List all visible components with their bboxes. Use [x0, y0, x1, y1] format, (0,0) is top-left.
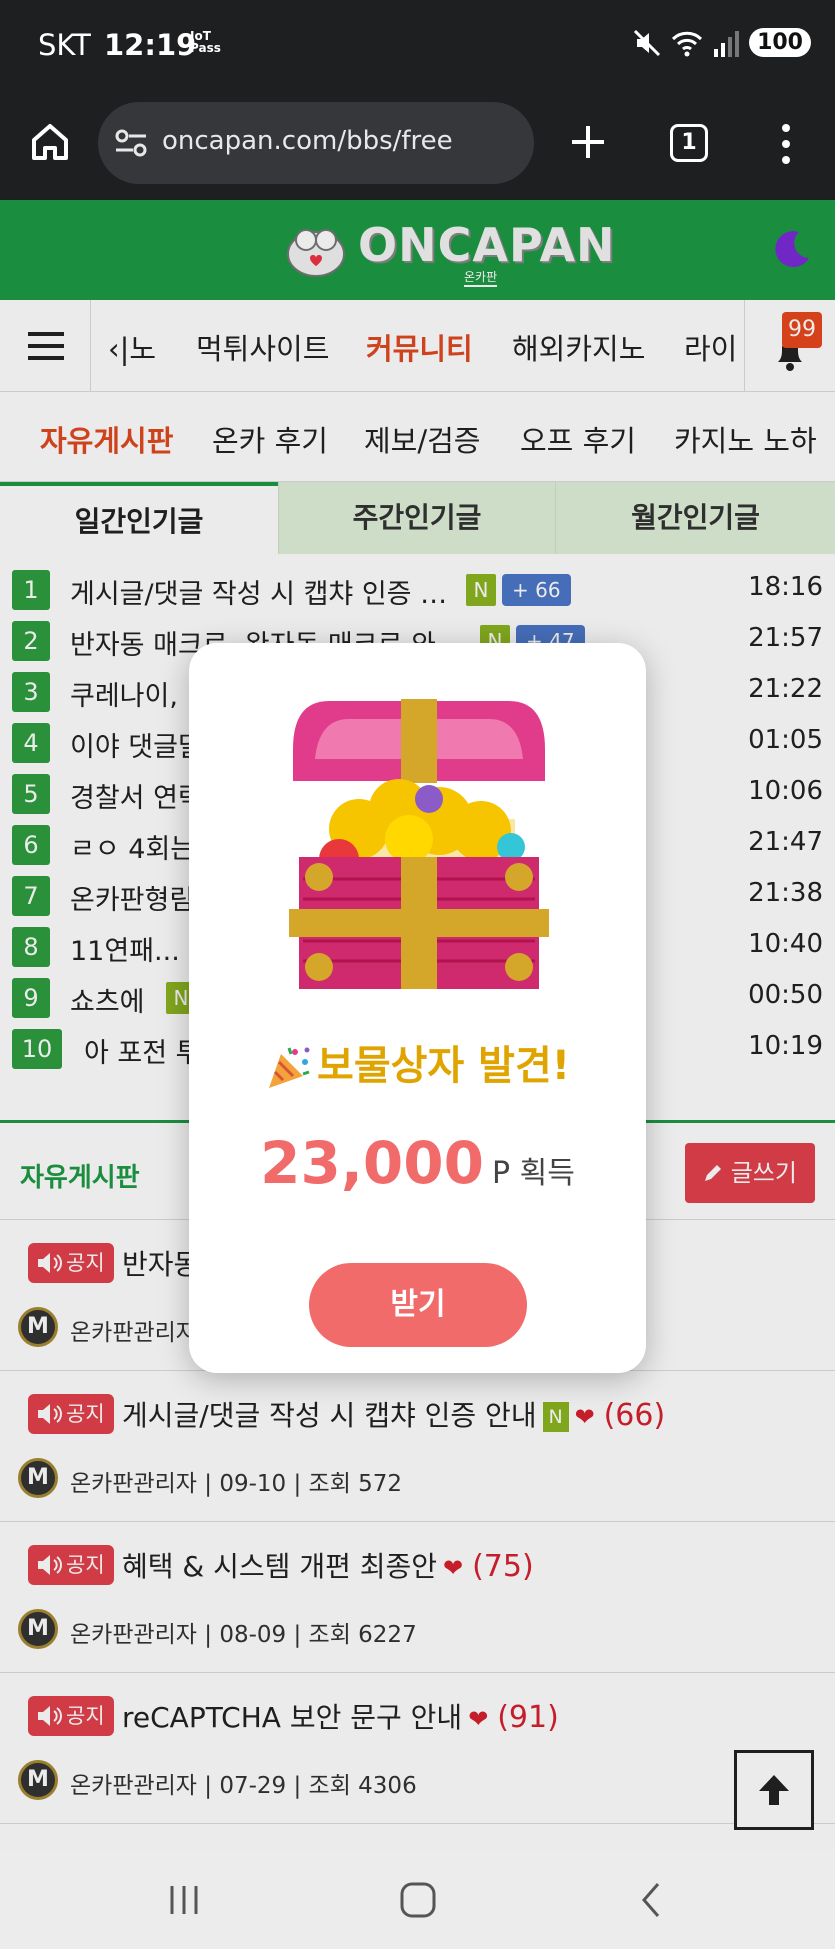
- reward-amount-line: 23,000 P 획득: [189, 1129, 646, 1197]
- status-icons: 100: [633, 28, 811, 57]
- more-menu-icon[interactable]: [776, 122, 796, 166]
- screen: SKT 12:19 IoT Pass 100 oncapan.com/bbs/fr…: [0, 0, 835, 1949]
- new-tab-icon[interactable]: [566, 120, 610, 164]
- recent-apps-icon[interactable]: [164, 1880, 204, 1920]
- iot-pass-icon: IoT Pass: [190, 29, 221, 55]
- signal-icon: [714, 30, 740, 57]
- system-nav-bar: [0, 1850, 835, 1949]
- tab-switcher-button[interactable]: 1: [670, 124, 708, 162]
- home-icon[interactable]: [28, 120, 72, 164]
- reward-unit: P 획득: [492, 1156, 575, 1191]
- status-bar: SKT 12:19 IoT Pass 100: [0, 0, 835, 92]
- site-settings-icon[interactable]: [114, 128, 148, 158]
- home-nav-icon[interactable]: [398, 1880, 438, 1920]
- back-icon[interactable]: [632, 1880, 672, 1920]
- reward-amount: 23,000: [260, 1129, 484, 1197]
- browser-toolbar: oncapan.com/bbs/free 1: [0, 92, 835, 200]
- claim-button[interactable]: 받기: [309, 1263, 527, 1347]
- url-text[interactable]: oncapan.com/bbs/free: [162, 126, 453, 156]
- mute-icon: [634, 29, 661, 56]
- battery-level: 100: [749, 28, 811, 57]
- treasure-chest-modal: 보물상자 발견! 23,000 P 획득 받기: [189, 643, 646, 1373]
- address-bar[interactable]: oncapan.com/bbs/free: [98, 102, 534, 184]
- modal-title: 보물상자 발견!: [317, 1043, 570, 1089]
- modal-title-line: 보물상자 발견!: [189, 1033, 646, 1092]
- carrier-label: SKT: [38, 28, 91, 62]
- treasure-chest-icon: [289, 699, 549, 989]
- clock: 12:19: [104, 28, 197, 62]
- party-popper-icon: [269, 1047, 310, 1088]
- wifi-icon: [672, 31, 703, 56]
